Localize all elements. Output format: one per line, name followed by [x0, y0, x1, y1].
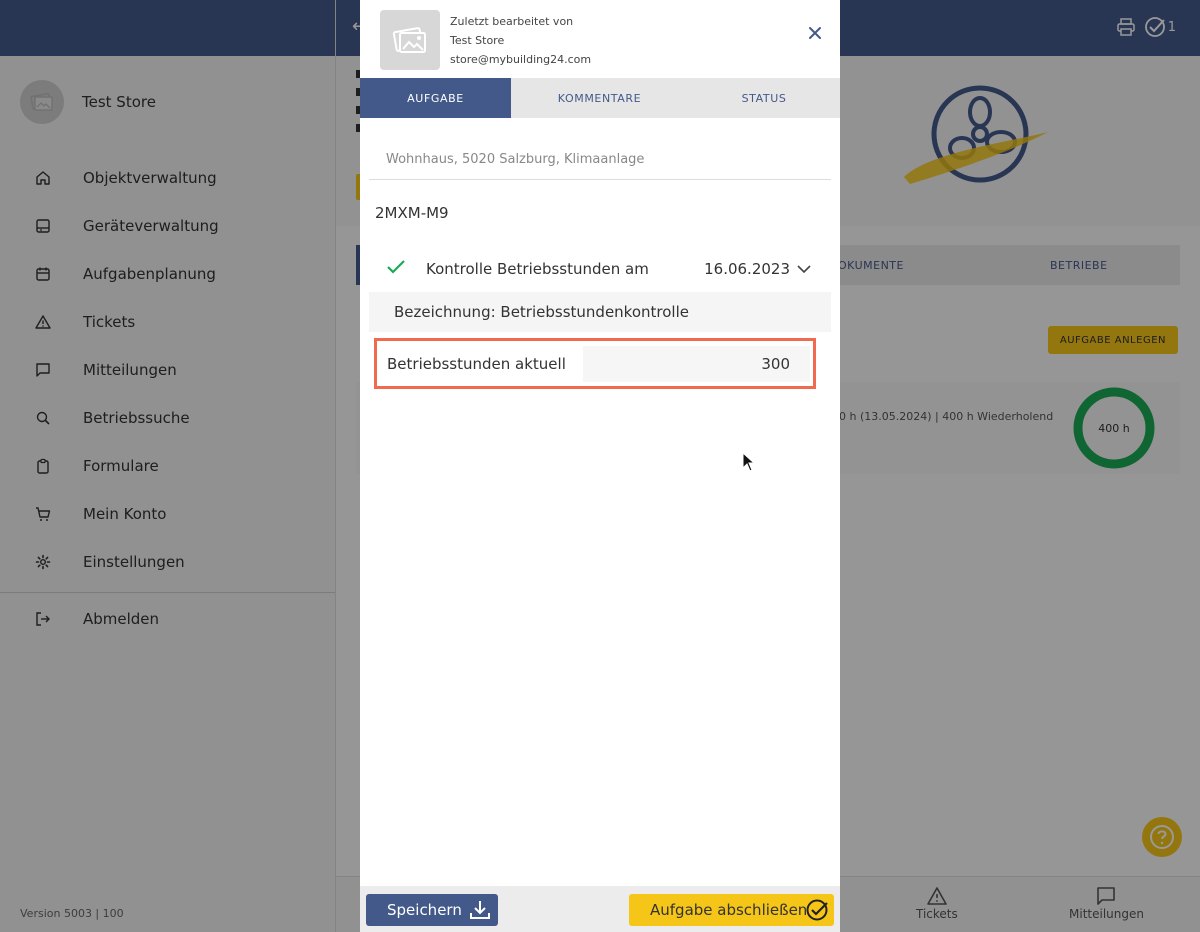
save-button[interactable]: Speichern	[366, 894, 498, 926]
close-button[interactable]	[806, 24, 824, 42]
device-name: 2MXM-M9	[375, 204, 449, 222]
editor-name: Test Store	[450, 34, 505, 47]
operating-hours-row: Betriebsstunden aktuell	[374, 338, 816, 389]
modal-tabs: AUFGABE KOMMENTARE STATUS	[360, 78, 840, 118]
editor-email: store@mybuilding24.com	[450, 53, 592, 66]
mouse-cursor-icon	[742, 452, 754, 472]
complete-task-label: Aufgabe abschließen	[650, 901, 808, 919]
complete-task-button[interactable]: Aufgabe abschließen	[629, 894, 834, 926]
operating-hours-input[interactable]	[583, 345, 810, 382]
designation-text: Bezeichnung: Betriebsstundenkontrolle	[369, 292, 831, 332]
tab-aufgabe[interactable]: AUFGABE	[360, 78, 511, 118]
location-text: Wohnhaus, 5020 Salzburg, Klimaanlage	[369, 142, 831, 180]
checkmark-icon	[386, 259, 408, 279]
tab-kommentare[interactable]: KOMMENTARE	[511, 78, 688, 118]
task-modal: Zuletzt bearbeitet von Test Store store@…	[360, 0, 840, 932]
edit-meta: Zuletzt bearbeitet von Test Store store@…	[450, 12, 591, 69]
chevron-down-icon[interactable]	[796, 264, 812, 274]
image-placeholder-icon	[392, 27, 426, 53]
edited-by-label: Zuletzt bearbeitet von	[450, 15, 574, 28]
check-label: Kontrolle Betriebsstunden am	[426, 260, 649, 278]
check-circle-icon	[806, 898, 830, 926]
tab-status[interactable]: STATUS	[688, 78, 840, 118]
download-icon	[468, 898, 492, 926]
operating-hours-label: Betriebsstunden aktuell	[387, 354, 566, 373]
save-label: Speichern	[387, 901, 462, 919]
check-date: 16.06.2023	[704, 260, 790, 278]
modal-footer: Speichern Aufgabe abschließen	[360, 886, 840, 932]
close-icon	[809, 27, 821, 39]
check-row[interactable]: Kontrolle Betriebsstunden am 16.06.2023	[360, 254, 840, 284]
user-thumbnail	[380, 10, 440, 70]
modal-header: Zuletzt bearbeitet von Test Store store@…	[360, 0, 840, 78]
